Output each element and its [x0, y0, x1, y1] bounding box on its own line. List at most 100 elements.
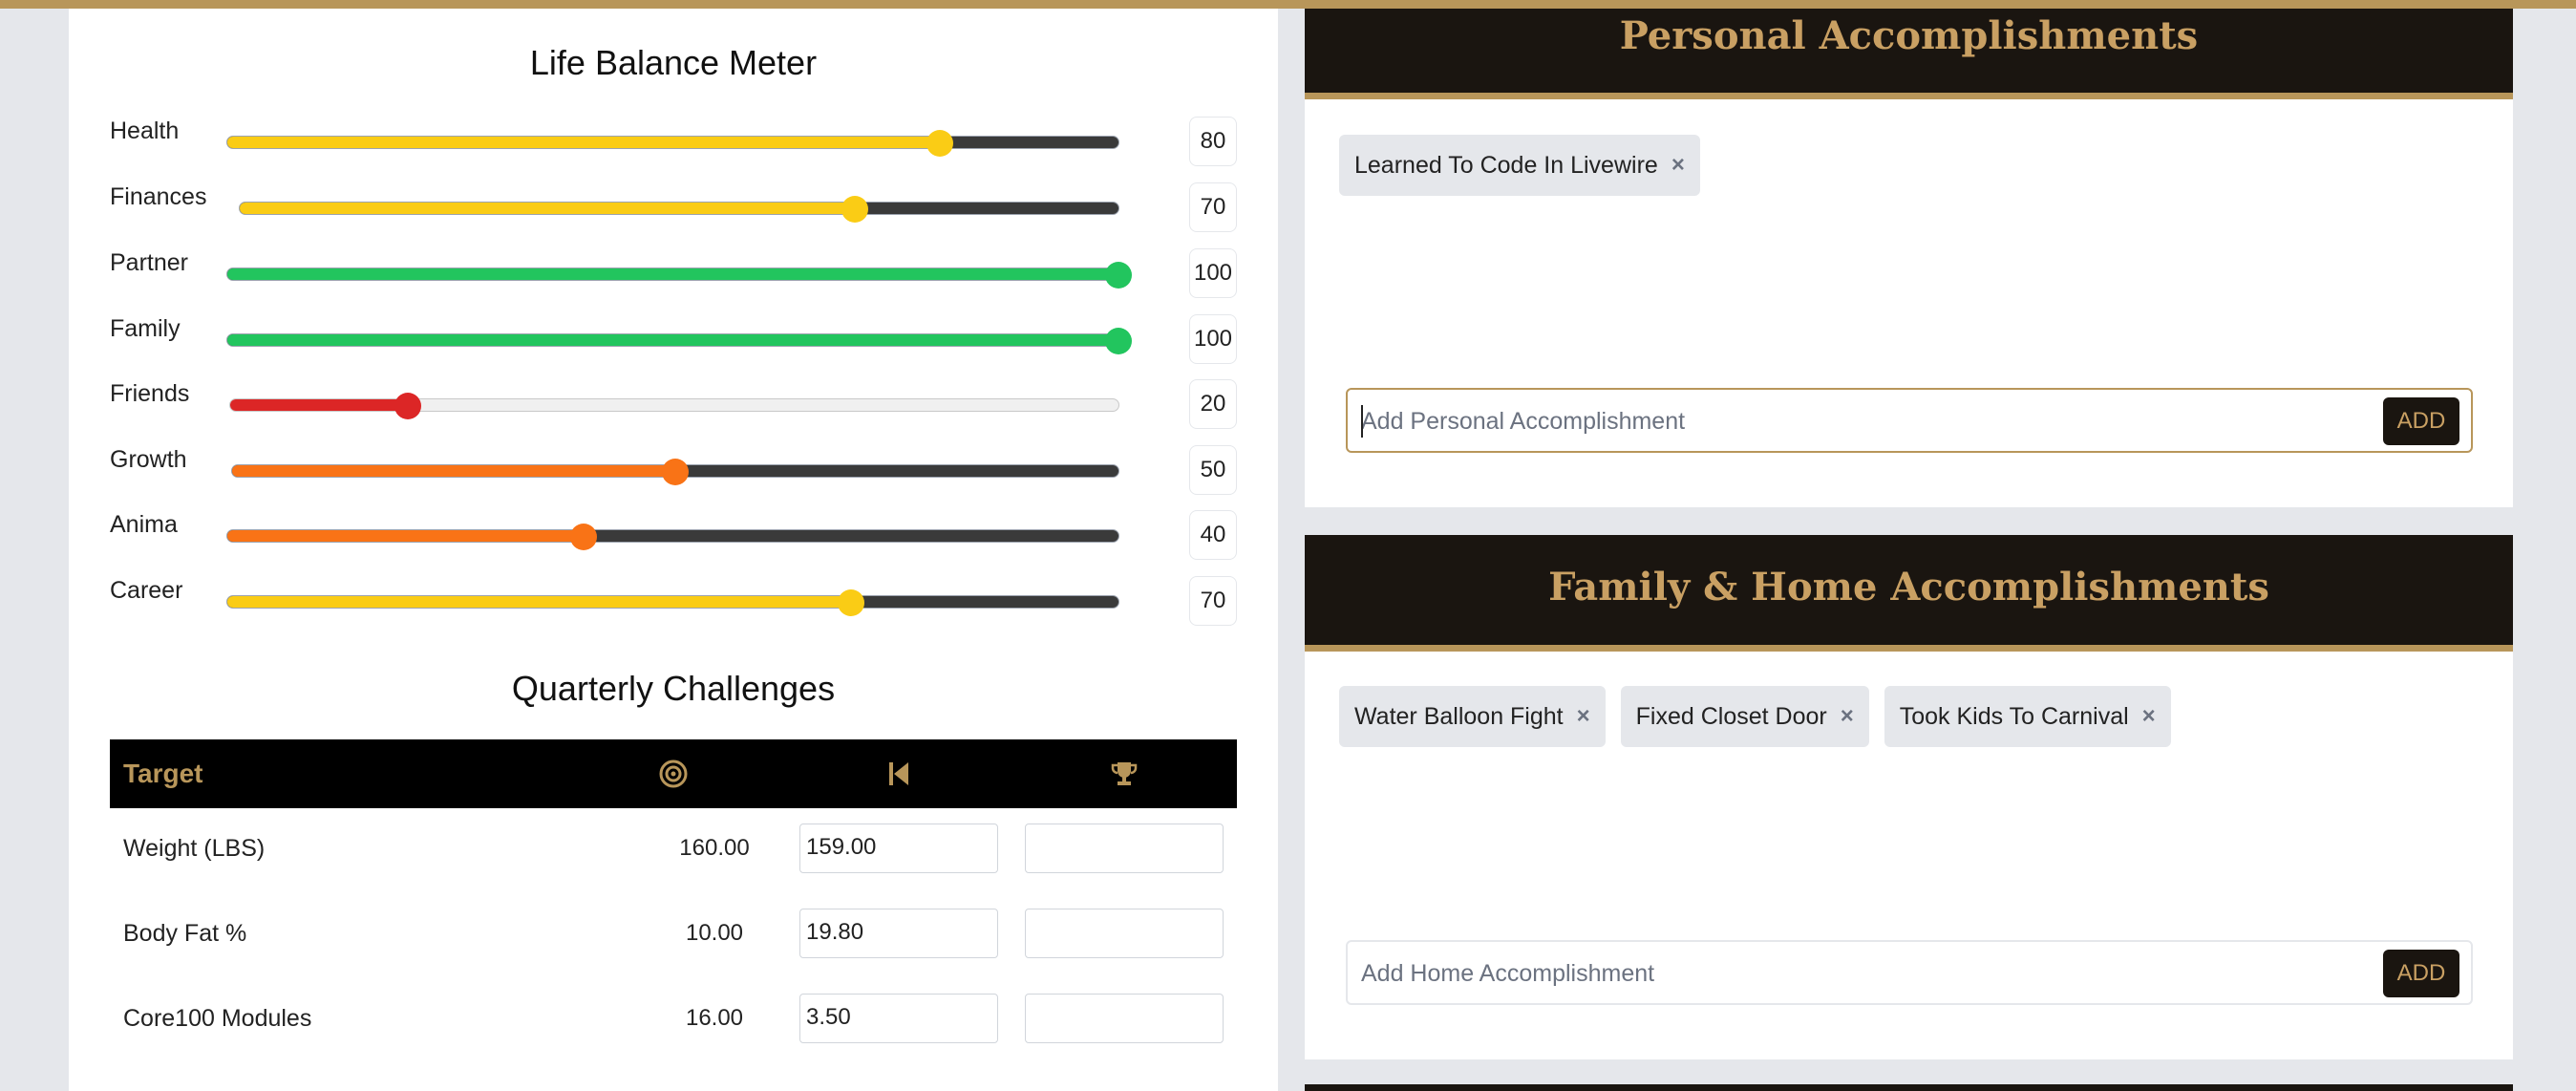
challenge-target-value: 160.00	[679, 835, 750, 861]
meter-slider-fill	[240, 203, 855, 214]
meter-slider-thumb[interactable]	[838, 589, 865, 616]
home-accomplishment-input[interactable]	[1361, 955, 2316, 992]
meter-value: 70	[1189, 576, 1237, 626]
meter-value: 100	[1189, 248, 1237, 298]
remove-chip-icon[interactable]: ×	[1841, 703, 1854, 730]
challenges-table: Target Weight (LBS) 160.00 159.00 Body Fat …	[110, 739, 1237, 1063]
meter-slider-fill	[227, 530, 585, 542]
meter-slider-track[interactable]	[231, 459, 1119, 485]
meter-label: Friends	[110, 380, 190, 407]
meter-value: 50	[1189, 445, 1237, 495]
challenge-name: Weight (LBS)	[123, 835, 266, 862]
personal-accomplishment-input[interactable]	[1361, 403, 2316, 439]
meter-row-family: Family 100	[110, 310, 1237, 368]
challenges-table-header: Target	[110, 739, 1237, 808]
meter-value: 70	[1189, 182, 1237, 232]
quarterly-challenges-title: Quarterly Challenges	[511, 669, 836, 708]
meter-slider-track[interactable]	[226, 589, 1119, 616]
meter-slider-track[interactable]	[226, 130, 1119, 157]
meter-row-career: Career 70	[110, 572, 1237, 630]
chip-label: Took Kids To Carnival	[1899, 702, 2129, 730]
meter-row-anima: Anima 40	[110, 506, 1237, 564]
challenge-target-value: 10.00	[685, 920, 744, 946]
meter-slider-thumb[interactable]	[662, 459, 689, 485]
meter-slider-track[interactable]	[226, 524, 1119, 550]
meter-slider-thumb[interactable]	[570, 524, 598, 550]
personal-chip-list: Learned To Code In Livewire ×	[1339, 135, 1700, 196]
challenge-name: Body Fat %	[123, 920, 247, 947]
personal-accomplishments-title: Personal Accomplishments	[1305, 9, 2513, 99]
target-icon	[659, 759, 688, 788]
next-card-header	[1305, 1084, 2513, 1091]
challenge-start-input[interactable]: 3.50	[799, 994, 998, 1043]
meter-label: Partner	[110, 249, 188, 276]
meter-slider-fill	[227, 334, 1118, 346]
meter-row-health: Health 80	[110, 113, 1237, 170]
left-panel: Life Balance Meter Health 80 Finances 70 Par…	[69, 9, 1278, 1091]
meter-value: 80	[1189, 117, 1237, 166]
meter-slider-fill	[227, 596, 852, 608]
meter-slider-thumb[interactable]	[841, 196, 868, 223]
chip-label: Fixed Closet Door	[1635, 702, 1827, 730]
challenge-achieved-input[interactable]	[1025, 824, 1224, 873]
meter-slider-track[interactable]	[226, 328, 1132, 354]
top-accent-bar	[0, 0, 2576, 9]
remove-chip-icon[interactable]: ×	[2142, 703, 2156, 730]
family-accomplishments-title: Family & Home Accomplishments	[1305, 535, 2513, 652]
challenges-table-body: Weight (LBS) 160.00 159.00 Body Fat % 10.00 1…	[110, 808, 1237, 1063]
accomplishment-chip: Fixed Closet Door ×	[1620, 686, 1869, 747]
accomplishment-chip: Learned To Code In Livewire ×	[1339, 135, 1700, 196]
personal-add-form: ADD	[1346, 388, 2473, 453]
meter-label: Career	[110, 577, 183, 604]
life-balance-title: Life Balance Meter	[529, 43, 818, 82]
meter-label: Health	[110, 118, 180, 144]
skip-back-icon	[889, 762, 908, 785]
meter-slider-thumb[interactable]	[394, 393, 421, 419]
meter-slider-thumb[interactable]	[1105, 328, 1132, 354]
challenge-achieved-input[interactable]	[1025, 994, 1224, 1043]
add-personal-button[interactable]: ADD	[2383, 397, 2459, 445]
accomplishment-chip: Water Balloon Fight ×	[1339, 686, 1606, 747]
text-caret	[1361, 405, 1363, 438]
meter-row-growth: Growth 50	[110, 441, 1237, 499]
meter-label: Growth	[110, 446, 187, 473]
family-accomplishments-card: Family & Home Accomplishments Water Ball…	[1305, 535, 2513, 1059]
meter-label: Finances	[110, 183, 207, 210]
challenge-start-input[interactable]: 159.00	[799, 824, 998, 873]
challenge-start-input[interactable]: 19.80	[799, 909, 998, 958]
challenge-name: Core100 Modules	[123, 1005, 312, 1032]
meter-label: Anima	[110, 511, 178, 538]
meter-slider-fill	[232, 465, 675, 477]
accomplishment-chip: Took Kids To Carnival ×	[1884, 686, 2171, 747]
challenge-achieved-input[interactable]	[1025, 909, 1224, 958]
meter-slider-thumb[interactable]	[926, 130, 954, 157]
meter-row-partner: Partner 100	[110, 245, 1237, 302]
meter-slider-thumb[interactable]	[1105, 262, 1132, 289]
meter-row-finances: Finances 70	[110, 179, 1237, 236]
family-chip-list: Water Balloon Fight × Fixed Closet Door × To…	[1339, 686, 2171, 747]
remove-chip-icon[interactable]: ×	[1577, 703, 1590, 730]
meter-slider-track[interactable]	[226, 262, 1132, 289]
meter-slider-fill	[230, 399, 408, 411]
personal-accomplishments-card: Personal Accomplishments Learned To Code…	[1305, 9, 2513, 507]
add-home-button[interactable]: ADD	[2383, 950, 2459, 997]
header-target: Target	[123, 759, 203, 788]
meter-value: 100	[1189, 314, 1237, 364]
meter-slider-fill	[227, 137, 941, 148]
meter-value: 20	[1189, 379, 1237, 429]
challenge-target-value: 16.00	[685, 1005, 744, 1031]
meter-slider-fill	[227, 268, 1118, 280]
meter-slider-track[interactable]	[239, 196, 1119, 223]
meter-slider-track[interactable]	[229, 393, 1119, 419]
trophy-icon	[1111, 762, 1138, 785]
meter-label: Family	[110, 315, 181, 342]
home-add-form: ADD	[1346, 940, 2473, 1005]
chip-label: Water Balloon Fight	[1354, 702, 1564, 730]
meter-value: 40	[1189, 510, 1237, 560]
table-row: Core100 Modules 16.00 3.50	[110, 978, 1237, 1063]
remove-chip-icon[interactable]: ×	[1671, 152, 1685, 179]
table-row: Body Fat % 10.00 19.80	[110, 893, 1237, 978]
meter-row-friends: Friends 20	[110, 375, 1237, 433]
table-row: Weight (LBS) 160.00 159.00	[110, 808, 1237, 893]
chip-label: Learned To Code In Livewire	[1354, 151, 1658, 179]
